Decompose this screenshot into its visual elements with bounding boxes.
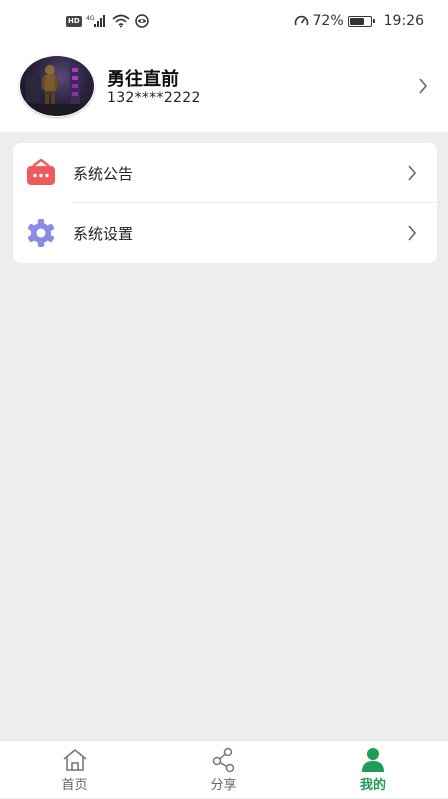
menu-item-settings[interactable]: 系统设置 [13, 203, 437, 263]
menu-item-label: 系统设置 [73, 225, 134, 243]
status-left-group: HD 4G [66, 13, 150, 29]
menu-card: 系统公告 系统设置 [13, 143, 437, 263]
home-icon [62, 749, 87, 771]
share-icon [212, 747, 234, 773]
tab-home[interactable]: 首页 [0, 741, 149, 799]
hd-badge: HD [66, 15, 82, 27]
person-icon [362, 748, 384, 772]
network-type-label: 4G [86, 15, 95, 22]
bottom-tab-bar: 首页 分享 我的 [0, 740, 448, 798]
tab-share[interactable]: 分享 [149, 741, 298, 799]
menu-item-label: 系统公告 [73, 165, 134, 183]
battery-percent: 72% [312, 13, 344, 29]
battery-icon [347, 15, 375, 27]
tab-label: 分享 [210, 778, 237, 793]
speedometer-icon [294, 15, 308, 26]
announcement-icon [27, 158, 55, 185]
profile-header[interactable]: 勇往直前 132****2222 [0, 42, 448, 132]
chevron-right-icon [408, 165, 417, 181]
cellular-signal-icon: 4G [86, 15, 105, 27]
status-right-group: 72% 19:26 [294, 12, 424, 30]
chevron-right-icon [408, 225, 417, 241]
tab-label: 首页 [61, 778, 88, 793]
menu-item-announcement[interactable]: 系统公告 [13, 143, 437, 203]
wifi-icon [112, 14, 130, 28]
status-bar: HD 4G 72% 19:26 [0, 0, 448, 42]
status-time: 19:26 [383, 13, 424, 29]
chevron-right-icon[interactable] [418, 77, 428, 95]
battery-level-fill [349, 17, 365, 25]
avatar[interactable] [19, 55, 95, 117]
tab-mine[interactable]: 我的 [298, 741, 448, 799]
eye-comfort-icon [134, 14, 149, 28]
settings-gear-icon [28, 219, 54, 247]
tab-label: 我的 [359, 778, 386, 793]
profile-name: 勇往直前 [107, 69, 179, 90]
profile-phone: 132****2222 [107, 90, 201, 106]
